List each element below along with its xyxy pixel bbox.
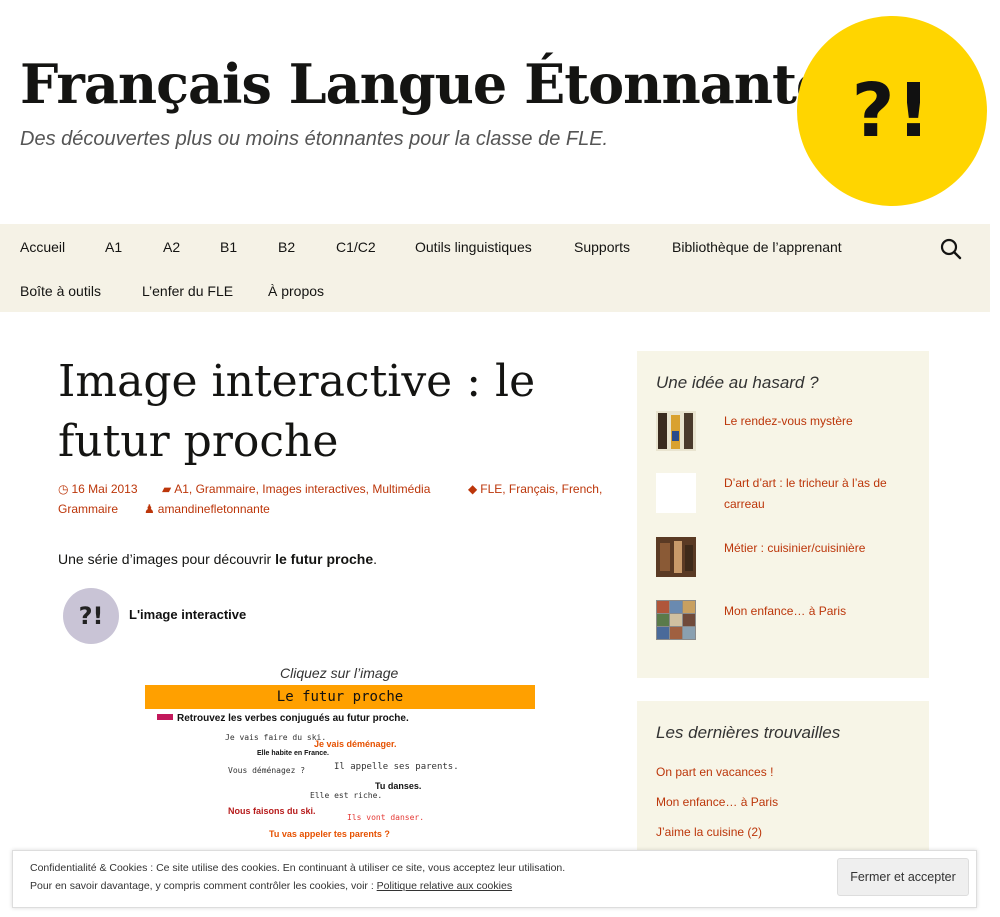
category-link[interactable]: Multimédia (372, 482, 430, 496)
site-logo[interactable]: ?! (797, 16, 987, 206)
nav-item-c1c2[interactable]: C1/C2 (336, 239, 376, 255)
random-link-tricheur[interactable]: D’art d’art : le tricheur à l’as de carr… (724, 473, 914, 515)
category-link[interactable]: A1 (174, 482, 189, 496)
post-tags: ◆ FLE, Français, French, (468, 482, 603, 496)
folder-icon: ▰ (162, 482, 172, 496)
widget-latest-finds: Les dernières trouvailles On part en vac… (637, 701, 929, 861)
cookie-notice-text: Confidentialité & Cookies : Ce site util… (30, 862, 566, 874)
avatar-logo-text: ?! (78, 602, 104, 630)
tag-icon: ◆ (468, 482, 478, 496)
nav-item-a2[interactable]: A2 (163, 239, 180, 255)
phrase-item[interactable]: Je vais faire du ski. (225, 733, 326, 742)
accept-cookies-button[interactable]: Fermer et accepter (837, 858, 969, 896)
post-categories: ▰ A1, Grammaire, Images interactives, Mul… (162, 482, 431, 496)
site-header: Français Langue Étonnante Des découverte… (0, 0, 1000, 222)
category-link[interactable]: Images interactives (262, 482, 365, 496)
post-intro: Une série d’images pour découvrir le fut… (58, 551, 378, 567)
arrow-icon (157, 714, 173, 720)
nav-item-a-propos[interactable]: À propos (268, 283, 324, 299)
random-link-enfance[interactable]: Mon enfance… à Paris (724, 601, 914, 622)
embed-avatar[interactable]: ?! (63, 588, 119, 644)
nav-item-outils-linguistiques[interactable]: Outils linguistiques (415, 239, 532, 255)
tag-link[interactable]: French (562, 482, 599, 496)
user-icon: ♟ (144, 502, 155, 516)
thumbnail-image[interactable] (656, 600, 696, 640)
search-icon[interactable] (940, 238, 962, 260)
thumbnail-image[interactable] (656, 537, 696, 577)
clock-icon: ◷ (58, 482, 69, 496)
main-navigation: Accueil A1 A2 B1 B2 C1/C2 Outils linguis… (0, 224, 990, 312)
latest-link[interactable]: J’aime la cuisine (2) (656, 822, 762, 843)
post-date[interactable]: ◷ 16 Mai 2013 (58, 482, 138, 496)
phrase-item[interactable]: Je vais déménager. (314, 739, 397, 749)
phrase-item[interactable]: Vous déménagez ? (228, 766, 305, 775)
phrase-item[interactable]: Il appelle ses parents. (334, 762, 459, 772)
latest-link[interactable]: On part en vacances ! (656, 762, 773, 783)
cookie-notice-more: Pour en savoir davantage, y compris comm… (30, 880, 513, 892)
post-tags-continued: Grammaire (58, 502, 118, 516)
phrase-item[interactable]: Ils vont danser. (347, 813, 424, 822)
tag-link[interactable]: Français (509, 482, 555, 496)
post-title-line2: futur proche (58, 416, 339, 467)
nav-item-supports[interactable]: Supports (574, 239, 630, 255)
thumbnail-image[interactable] (656, 411, 696, 451)
post-author[interactable]: ♟ amandinefletonnante (144, 502, 270, 516)
category-link[interactable]: Grammaire (196, 482, 256, 496)
phrase-item[interactable]: Elle est riche. (310, 791, 382, 800)
tag-link[interactable]: Grammaire (58, 502, 118, 516)
banner-title: Le futur proche (276, 689, 404, 705)
nav-item-bibliotheque[interactable]: Bibliothèque de l’apprenant (672, 239, 842, 255)
post-title[interactable]: Image interactive : le futur proche (58, 352, 618, 472)
random-link-rendez-vous[interactable]: Le rendez-vous mystère (724, 411, 914, 432)
instruction-line: Retrouvez les verbes conjugués au futur … (157, 713, 409, 724)
site-title[interactable]: Français Langue Étonnante (20, 52, 830, 116)
embed-label[interactable]: L'image interactive (129, 607, 246, 622)
tag-link[interactable]: FLE (480, 482, 502, 496)
latest-link[interactable]: Mon enfance… à Paris (656, 792, 778, 813)
post-title-line1: Image interactive : le (58, 356, 536, 407)
logo-text: ?! (851, 68, 933, 154)
cookie-banner: Confidentialité & Cookies : Ce site util… (12, 850, 977, 908)
cookie-policy-link[interactable]: Politique relative aux cookies (377, 880, 512, 892)
widget-random-idea: Une idée au hasard ? Le rendez-vous myst… (637, 351, 929, 678)
nav-item-boite-a-outils[interactable]: Boîte à outils (20, 283, 101, 299)
nav-item-a1[interactable]: A1 (105, 239, 122, 255)
phrase-item[interactable]: Elle habite en France. (257, 750, 329, 757)
phrase-item[interactable]: Tu danses. (375, 781, 421, 791)
thumbnail-image[interactable] (656, 473, 696, 513)
nav-item-accueil[interactable]: Accueil (20, 239, 65, 255)
phrase-item[interactable]: Nous faisons du ski. (228, 806, 316, 816)
click-caption: Cliquez sur l’image (280, 665, 399, 681)
nav-item-b2[interactable]: B2 (278, 239, 295, 255)
phrase-item[interactable]: Tu vas appeler tes parents ? (269, 829, 390, 839)
nav-item-b1[interactable]: B1 (220, 239, 237, 255)
site-description: Des découvertes plus ou moins étonnantes… (20, 128, 609, 150)
widget-title: Une idée au hasard ? (656, 373, 819, 392)
widget-title: Les dernières trouvailles (656, 723, 841, 742)
random-link-cuisinier[interactable]: Métier : cuisinier/cuisinière (724, 538, 914, 559)
nav-item-enfer-du-fle[interactable]: L’enfer du FLE (142, 283, 233, 299)
interactive-image-banner[interactable]: Le futur proche (145, 685, 535, 709)
